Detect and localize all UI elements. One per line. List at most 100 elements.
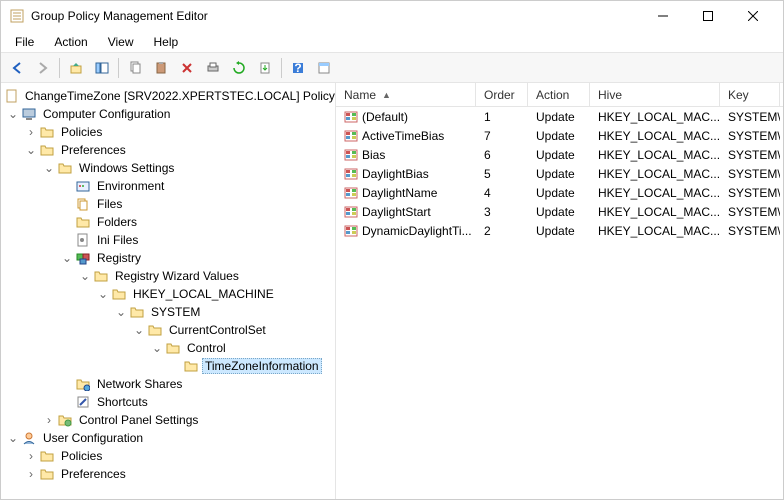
tree-timezoneinformation[interactable]: TimeZoneInformation [3,357,333,375]
expander-icon[interactable]: ⌄ [79,270,91,282]
cell-text: DaylightName [362,186,437,200]
tree-folders[interactable]: Folders [3,213,333,231]
forward-button[interactable] [31,56,55,80]
tree-preferences[interactable]: ⌄ Preferences [3,141,333,159]
export-button[interactable] [253,56,277,80]
list-body: (Default)1UpdateHKEY_LOCAL_MAC...SYSTEM\… [336,107,783,240]
list-row[interactable]: Bias6UpdateHKEY_LOCAL_MAC...SYSTEM\C [336,145,783,164]
expander-icon[interactable]: ⌄ [151,342,163,354]
list-row[interactable]: DaylightBias5UpdateHKEY_LOCAL_MAC...SYST… [336,164,783,183]
expander-icon[interactable]: ⌄ [43,162,55,174]
tree-ini-files[interactable]: Ini Files [3,231,333,249]
paste-button[interactable] [149,56,173,80]
tree-pane[interactable]: ChangeTimeZone [SRV2022.XPERTSTEC.LOCAL]… [1,83,336,499]
cell-name: DaylightBias [336,167,476,181]
tree-label: HKEY_LOCAL_MACHINE [130,287,277,301]
user-icon [21,430,37,446]
cell-name: (Default) [336,110,476,124]
tree-system[interactable]: ⌄ SYSTEM [3,303,333,321]
toolbar-separator [118,58,119,78]
tree-label: Control [184,341,229,355]
minimize-button[interactable] [640,1,685,31]
show-hide-tree-button[interactable] [90,56,114,80]
tree-files[interactable]: Files [3,195,333,213]
properties-button[interactable] [312,56,336,80]
window-title: Group Policy Management Editor [31,9,640,23]
menu-help[interactable]: Help [144,33,189,51]
expander-icon[interactable]: › [25,450,37,462]
tree-registry[interactable]: ⌄ Registry [3,249,333,267]
expander-icon[interactable]: › [25,468,37,480]
tree-windows-settings[interactable]: ⌄ Windows Settings [3,159,333,177]
column-order[interactable]: Order [476,83,528,106]
help-button[interactable]: ? [286,56,310,80]
tree-label: Registry Wizard Values [112,269,242,283]
list-row[interactable]: DaylightName4UpdateHKEY_LOCAL_MAC...SYST… [336,183,783,202]
cell-text: (Default) [362,110,408,124]
cell-text: Bias [362,148,385,162]
expander-icon[interactable]: ⌄ [115,306,127,318]
tree-label: Environment [94,179,167,193]
tree-control-panel-settings[interactable]: › Control Panel Settings [3,411,333,429]
tree-computer-configuration[interactable]: ⌄ Computer Configuration [3,105,333,123]
tree-label: Folders [94,215,140,229]
cell-action: Update [528,224,590,238]
expander-icon[interactable]: ⌄ [61,252,73,264]
cell-hive: HKEY_LOCAL_MAC... [590,110,720,124]
column-action[interactable]: Action [528,83,590,106]
up-button[interactable] [64,56,88,80]
column-key[interactable]: Key [720,83,780,106]
cell-order: 6 [476,148,528,162]
close-button[interactable] [730,1,775,31]
tree-label: SYSTEM [148,305,203,319]
cell-key: SYSTEM\C [720,186,780,200]
delete-button[interactable] [175,56,199,80]
cell-hive: HKEY_LOCAL_MAC... [590,205,720,219]
folder-icon [75,214,91,230]
list-row[interactable]: ActiveTimeBias7UpdateHKEY_LOCAL_MAC...SY… [336,126,783,145]
column-hive[interactable]: Hive [590,83,720,106]
tree-user-configuration[interactable]: ⌄ User Configuration [3,429,333,447]
menu-action[interactable]: Action [44,33,97,51]
tree-shortcuts[interactable]: Shortcuts [3,393,333,411]
tree-control[interactable]: ⌄ Control [3,339,333,357]
expander-icon[interactable]: › [25,126,37,138]
tree-network-shares[interactable]: Network Shares [3,375,333,393]
folder-icon [39,142,55,158]
tree-policies[interactable]: › Policies [3,123,333,141]
tree-registry-wizard[interactable]: ⌄ Registry Wizard Values [3,267,333,285]
cell-action: Update [528,205,590,219]
tree-ccs[interactable]: ⌄ CurrentControlSet [3,321,333,339]
tree-user-policies[interactable]: › Policies [3,447,333,465]
tree-user-preferences[interactable]: › Preferences [3,465,333,483]
list-row[interactable]: (Default)1UpdateHKEY_LOCAL_MAC...SYSTEM\… [336,107,783,126]
expander-icon[interactable]: ⌄ [25,144,37,156]
tree-label: Windows Settings [76,161,177,175]
expander-icon[interactable]: ⌄ [7,432,19,444]
tree-root[interactable]: ChangeTimeZone [SRV2022.XPERTSTEC.LOCAL]… [3,87,333,105]
list-row[interactable]: DaylightStart3UpdateHKEY_LOCAL_MAC...SYS… [336,202,783,221]
column-name[interactable]: Name▲ [336,83,476,106]
list-pane[interactable]: Name▲ Order Action Hive Key (Default)1Up… [336,83,783,499]
menu-view[interactable]: View [98,33,144,51]
tree-hklm[interactable]: ⌄ HKEY_LOCAL_MACHINE [3,285,333,303]
tree-environment[interactable]: Environment [3,177,333,195]
refresh-button[interactable] [227,56,251,80]
expander-icon[interactable]: › [43,414,55,426]
cell-action: Update [528,110,590,124]
list-row[interactable]: DynamicDaylightTi...2UpdateHKEY_LOCAL_MA… [336,221,783,240]
expander-icon[interactable]: ⌄ [133,324,145,336]
registry-item-icon [344,167,358,181]
tree-label: Preferences [58,143,129,157]
window-controls [640,1,775,31]
expander-icon[interactable]: ⌄ [97,288,109,300]
menu-file[interactable]: File [5,33,44,51]
computer-icon [21,106,37,122]
copy-button[interactable] [123,56,147,80]
back-button[interactable] [5,56,29,80]
registry-item-icon [344,110,358,124]
tree-label: TimeZoneInformation [202,358,322,374]
expander-icon[interactable]: ⌄ [7,108,19,120]
print-button[interactable] [201,56,225,80]
maximize-button[interactable] [685,1,730,31]
